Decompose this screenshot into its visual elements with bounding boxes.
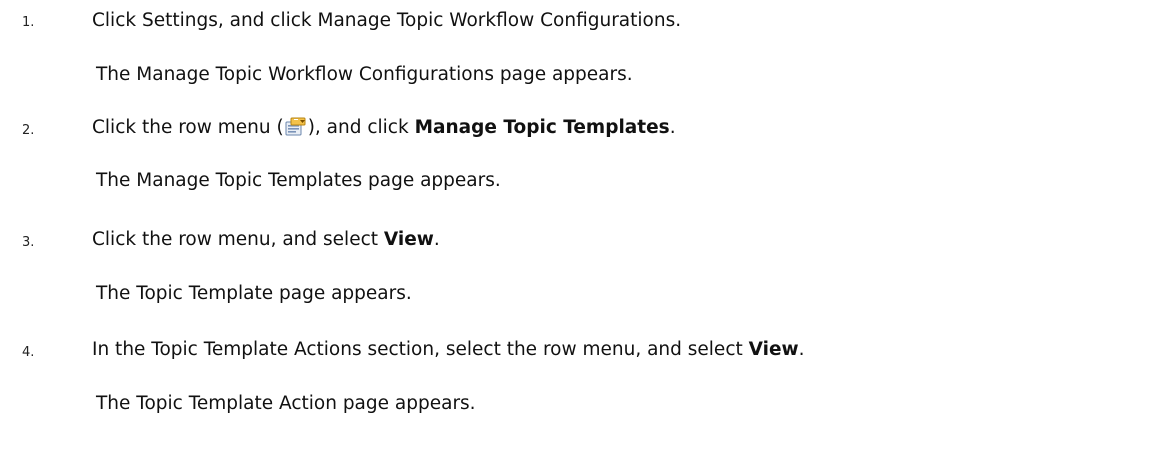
instruction-text: Click the row menu ( bbox=[92, 117, 284, 138]
instruction-text: . bbox=[433, 229, 440, 250]
step-number: 1. bbox=[22, 15, 35, 30]
instruction-text: . bbox=[798, 339, 805, 360]
step-number: 2. bbox=[22, 123, 35, 138]
instruction-bold: View bbox=[748, 339, 799, 360]
instruction-bold: View bbox=[383, 229, 434, 250]
step-instruction: In the Topic Template Actions section, s… bbox=[92, 339, 805, 360]
step-result: The Topic Template page appears. bbox=[96, 283, 412, 304]
step-result: The Manage Topic Templates page appears. bbox=[96, 170, 501, 191]
instruction-text: . bbox=[669, 117, 676, 138]
step-instruction: Click Settings, and click Manage Topic W… bbox=[92, 10, 682, 31]
step-number: 3. bbox=[22, 235, 35, 250]
step-result: The Manage Topic Workflow Configurations… bbox=[96, 64, 633, 85]
instruction-text: ), and click bbox=[307, 117, 415, 138]
step-instruction: Click the row menu ( ), and click Manage… bbox=[92, 117, 676, 138]
instruction-text: Click the row menu, and select bbox=[92, 229, 384, 250]
row-menu-icon bbox=[285, 117, 307, 137]
step-instruction: Click the row menu, and select View. bbox=[92, 229, 440, 250]
step-result: The Topic Template Action page appears. bbox=[96, 393, 476, 414]
step-number: 4. bbox=[22, 345, 35, 360]
instruction-text: In the Topic Template Actions section, s… bbox=[92, 339, 749, 360]
instruction-bold: Manage Topic Templates bbox=[414, 117, 670, 138]
